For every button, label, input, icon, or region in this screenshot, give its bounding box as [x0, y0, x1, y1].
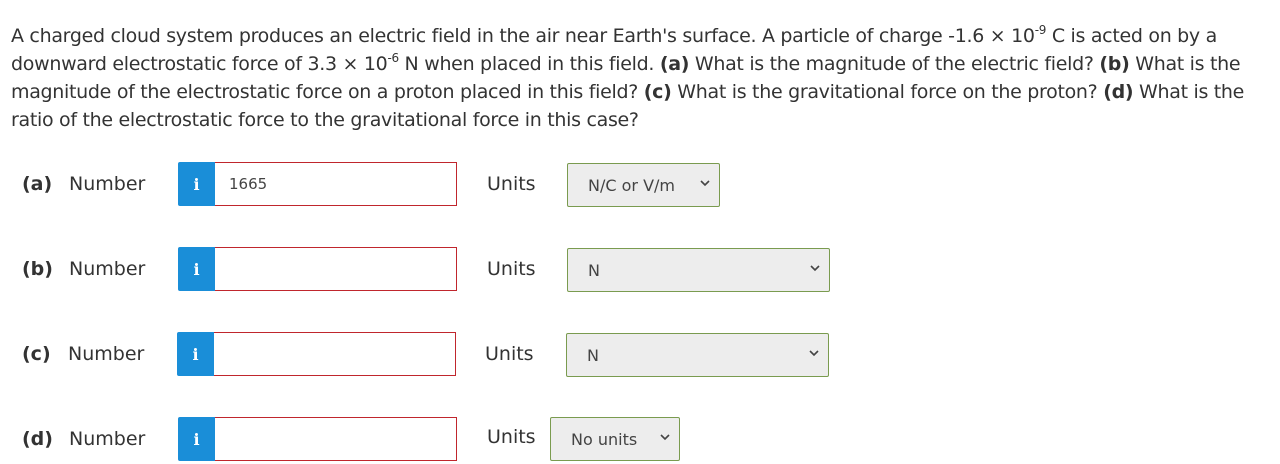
question-text: A charged cloud system produces an elect…	[11, 22, 1273, 134]
part-a-tag: (a)	[659, 53, 690, 75]
answer-row-d: (d) Number i Units No units	[0, 416, 1280, 464]
number-label: Number	[69, 258, 146, 280]
units-selected: N/C or V/m	[588, 176, 675, 195]
number-input-a[interactable]	[215, 162, 457, 206]
chevron-down-icon	[700, 180, 710, 187]
part-label: (b)	[22, 258, 53, 280]
question-intro: A charged cloud system produces an elect…	[11, 25, 1035, 47]
part-c-question: What is the gravitational force on the p…	[671, 81, 1104, 103]
chevron-down-icon	[809, 350, 819, 357]
units-label: Units	[485, 343, 534, 365]
units-label: Units	[487, 258, 536, 280]
answer-row-a: (a) Number i Units N/C or V/m	[0, 161, 1280, 209]
chevron-down-icon	[660, 434, 670, 441]
units-selected: N	[587, 346, 599, 365]
units-select-a[interactable]: N/C or V/m	[567, 163, 720, 207]
info-icon[interactable]: i	[178, 417, 215, 461]
info-icon[interactable]: i	[178, 162, 215, 206]
part-label: (d)	[22, 428, 53, 450]
units-label: Units	[487, 426, 536, 448]
number-label: Number	[69, 173, 146, 195]
part-label: (c)	[22, 343, 51, 365]
part-d-tag: (d)	[1103, 81, 1134, 103]
answer-row-b: (b) Number i Units N	[0, 246, 1280, 294]
number-label: Number	[68, 343, 145, 365]
units-select-c[interactable]: N	[566, 333, 829, 377]
part-c-tag: (c)	[643, 81, 672, 103]
part-a-question: What is the magnitude of the electric fi…	[689, 53, 1100, 75]
units-selected: N	[588, 261, 600, 280]
units-select-d[interactable]: No units	[550, 417, 680, 461]
number-input-c[interactable]	[214, 332, 456, 376]
question-field: N when placed in this field.	[398, 53, 660, 75]
charge-exponent: -9	[1034, 22, 1047, 37]
units-selected: No units	[571, 430, 638, 449]
force-exponent: -6	[387, 50, 399, 65]
answer-row-c: (c) Number i Units N	[0, 331, 1280, 379]
units-label: Units	[487, 173, 536, 195]
info-icon[interactable]: i	[177, 332, 214, 376]
units-select-b[interactable]: N	[567, 248, 830, 292]
number-label: Number	[69, 428, 146, 450]
part-label: (a)	[22, 173, 53, 195]
number-input-d[interactable]	[215, 417, 457, 461]
part-b-tag: (b)	[1099, 53, 1130, 75]
chevron-down-icon	[810, 265, 820, 272]
info-icon[interactable]: i	[178, 247, 215, 291]
number-input-b[interactable]	[215, 247, 457, 291]
